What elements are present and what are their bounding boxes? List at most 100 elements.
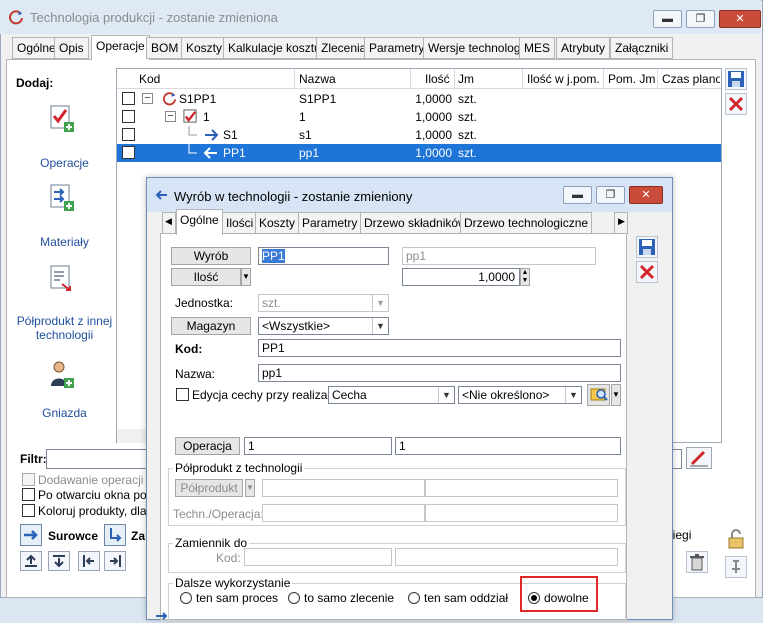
wyrob-button[interactable]: Wyrób <box>171 247 251 265</box>
radio-to-samo-zlecenie[interactable]: to samo zlecenie <box>288 591 394 605</box>
col-ilosc[interactable]: Ilość <box>425 72 450 86</box>
magazyn-button[interactable]: Magazyn <box>171 317 251 335</box>
dialog-tab-parametry[interactable]: Parametry <box>298 212 362 234</box>
col-jm[interactable]: Jm <box>458 72 474 86</box>
dialog-cancel-icon[interactable] <box>636 261 658 283</box>
save-icon[interactable] <box>725 68 747 90</box>
dialog-restore-button[interactable]: ❐ <box>596 186 625 204</box>
ilosc-dropdown-icon[interactable]: ▼ <box>241 268 251 286</box>
palette-gniazda[interactable]: Gniazda <box>12 406 117 420</box>
radio-ten-sam-oddzial[interactable]: ten sam oddział <box>408 591 508 605</box>
ilosc-input[interactable]: 1,0000 <box>402 268 520 286</box>
lock-icon[interactable] <box>725 528 747 550</box>
tab-zalaczniki[interactable]: Załączniki <box>610 37 674 59</box>
row-checkbox[interactable] <box>122 110 135 123</box>
tab-kalkulacje[interactable]: Kalkulacje kosztu <box>223 37 326 59</box>
palette-materialy[interactable]: Materiały <box>12 235 117 249</box>
dialog-title: Wyrób w technologii - zostanie zmieniony <box>174 189 413 204</box>
filter-input[interactable] <box>46 449 156 469</box>
dialog-save-icon[interactable] <box>636 236 658 258</box>
add-materials-icon[interactable] <box>48 183 76 213</box>
add-workcenter-icon[interactable] <box>48 360 76 390</box>
tab-bom[interactable]: BOM <box>146 37 184 59</box>
dialog-tab-ilosci[interactable]: Ilości <box>222 212 258 234</box>
dialog-tabs-scroll-right-icon[interactable]: ▶ <box>614 212 628 234</box>
tab-opis[interactable]: Opis <box>54 37 89 59</box>
dialog-minimize-button[interactable]: ▬ <box>563 186 592 204</box>
trash-icon[interactable] <box>686 551 708 573</box>
tab-operacje[interactable]: Operacje <box>91 35 150 60</box>
palette-operacje[interactable]: Operacje <box>12 156 117 170</box>
dialog-tab-ogolne[interactable]: Ogólne <box>176 209 223 235</box>
col-pom-jm[interactable]: Pom. Jm <box>608 72 655 86</box>
col-separator <box>603 69 604 89</box>
operacja-button[interactable]: Operacja <box>175 437 240 455</box>
cecha-value: Cecha <box>332 388 367 402</box>
col-separator <box>410 69 411 89</box>
techn-input-2 <box>425 504 618 522</box>
operacja-input-2[interactable]: 1 <box>395 437 621 455</box>
dialog-tab-drzewo-technologiczne[interactable]: Drzewo technologiczne <box>460 212 593 234</box>
tab-atrybuty[interactable]: Atrybuty <box>556 37 611 59</box>
edycja-cechy-checkbox[interactable]: Edycja cechy przy realizacji <box>176 388 339 402</box>
col-kod[interactable]: Kod <box>139 72 160 86</box>
move-top-icon[interactable] <box>20 551 42 571</box>
restore-button[interactable]: ❐ <box>686 10 715 28</box>
ilosc-button[interactable]: Ilość <box>171 268 241 286</box>
table-row[interactable]: S1 s1 1,0000 szt. <box>117 126 721 144</box>
magazyn-value: <Wszystkie> <box>262 319 331 333</box>
col-ilosc-jpom[interactable]: Ilość w j.pom. <box>527 72 600 86</box>
collapse-toggle[interactable]: − <box>165 111 176 122</box>
wyrob-name-input: pp1 <box>402 247 596 265</box>
dialog-tab-drzewo-skladnikow[interactable]: Drzewo składników <box>360 212 471 234</box>
row-checkbox[interactable] <box>122 92 135 105</box>
move-bottom-icon[interactable] <box>48 551 70 571</box>
cecha-select[interactable]: Cecha ▼ <box>328 386 455 404</box>
polprodukt-dropdown-icon: ▼ <box>245 479 255 497</box>
row-kod: PP1 <box>223 146 246 160</box>
col-nazwa[interactable]: Nazwa <box>299 72 336 86</box>
ilosc-spinner-icon[interactable]: ▲ ▼ <box>520 268 530 286</box>
tab-mes[interactable]: MES <box>519 37 556 59</box>
tab-parametry[interactable]: Parametry <box>364 37 430 59</box>
dialog-close-button[interactable]: ✕ <box>629 186 663 204</box>
dialog-arrow-icon <box>155 190 167 200</box>
table-row[interactable]: − 1 1 1,0000 szt. <box>117 108 721 126</box>
move-right-icon[interactable] <box>104 551 126 571</box>
clear-filter-icon[interactable] <box>686 447 712 469</box>
po-otwarciu-checkbox[interactable]: Po otwarciu okna poka <box>22 488 159 502</box>
row-checkbox[interactable] <box>122 128 135 141</box>
move-left-icon[interactable] <box>78 551 100 571</box>
radio-ten-sam-proces[interactable]: ten sam proces <box>180 591 278 605</box>
search-folder-icon[interactable] <box>587 384 610 406</box>
tab-wersje[interactable]: Wersje technologii <box>423 37 531 59</box>
horizontal-scrollbar[interactable] <box>117 429 147 443</box>
dodawanie-checkbox[interactable]: Dodawanie operacji w <box>22 473 155 487</box>
close-button[interactable]: ✕ <box>719 10 761 28</box>
za-arrow-icon[interactable] <box>104 524 126 546</box>
cancel-icon[interactable] <box>725 93 747 115</box>
magazyn-select[interactable]: <Wszystkie> ▼ <box>258 317 389 335</box>
dialog-tab-koszty[interactable]: Koszty <box>255 212 300 234</box>
col-czas[interactable]: Czas planowany <box>662 72 720 86</box>
add-semiproduct-icon[interactable] <box>48 264 76 294</box>
kod-input[interactable]: PP1 <box>258 339 621 357</box>
nazwa-input[interactable]: pp1 <box>258 364 621 382</box>
koloruj-checkbox[interactable]: Koloruj produkty, dla k <box>22 504 156 518</box>
pin-icon[interactable] <box>725 556 747 578</box>
table-row-selected[interactable]: PP1 pp1 1,0000 szt. <box>117 144 721 162</box>
search-dropdown-icon[interactable]: ▼ <box>611 384 621 406</box>
table-row[interactable]: − S1PP1 S1PP1 1,0000 szt. <box>117 90 721 108</box>
nieokreslono-select[interactable]: <Nie określono> ▼ <box>458 386 582 404</box>
wyrob-code-input[interactable]: PP1 <box>258 247 389 265</box>
filter-input-end[interactable] <box>672 449 682 469</box>
minimize-button[interactable]: ▬ <box>653 10 682 28</box>
add-operation-icon[interactable] <box>48 104 76 134</box>
dialog-tabs-scroll-left-icon[interactable]: ◀ <box>162 212 176 234</box>
palette-polprodukt[interactable]: Półprodukt z innej technologii <box>12 314 117 342</box>
row-checkbox[interactable] <box>122 146 135 159</box>
tab-koszty[interactable]: Koszty <box>181 37 228 59</box>
surowce-arrow-icon[interactable] <box>20 524 42 546</box>
operacja-input-1[interactable]: 1 <box>244 437 392 455</box>
collapse-toggle[interactable]: − <box>142 93 153 104</box>
